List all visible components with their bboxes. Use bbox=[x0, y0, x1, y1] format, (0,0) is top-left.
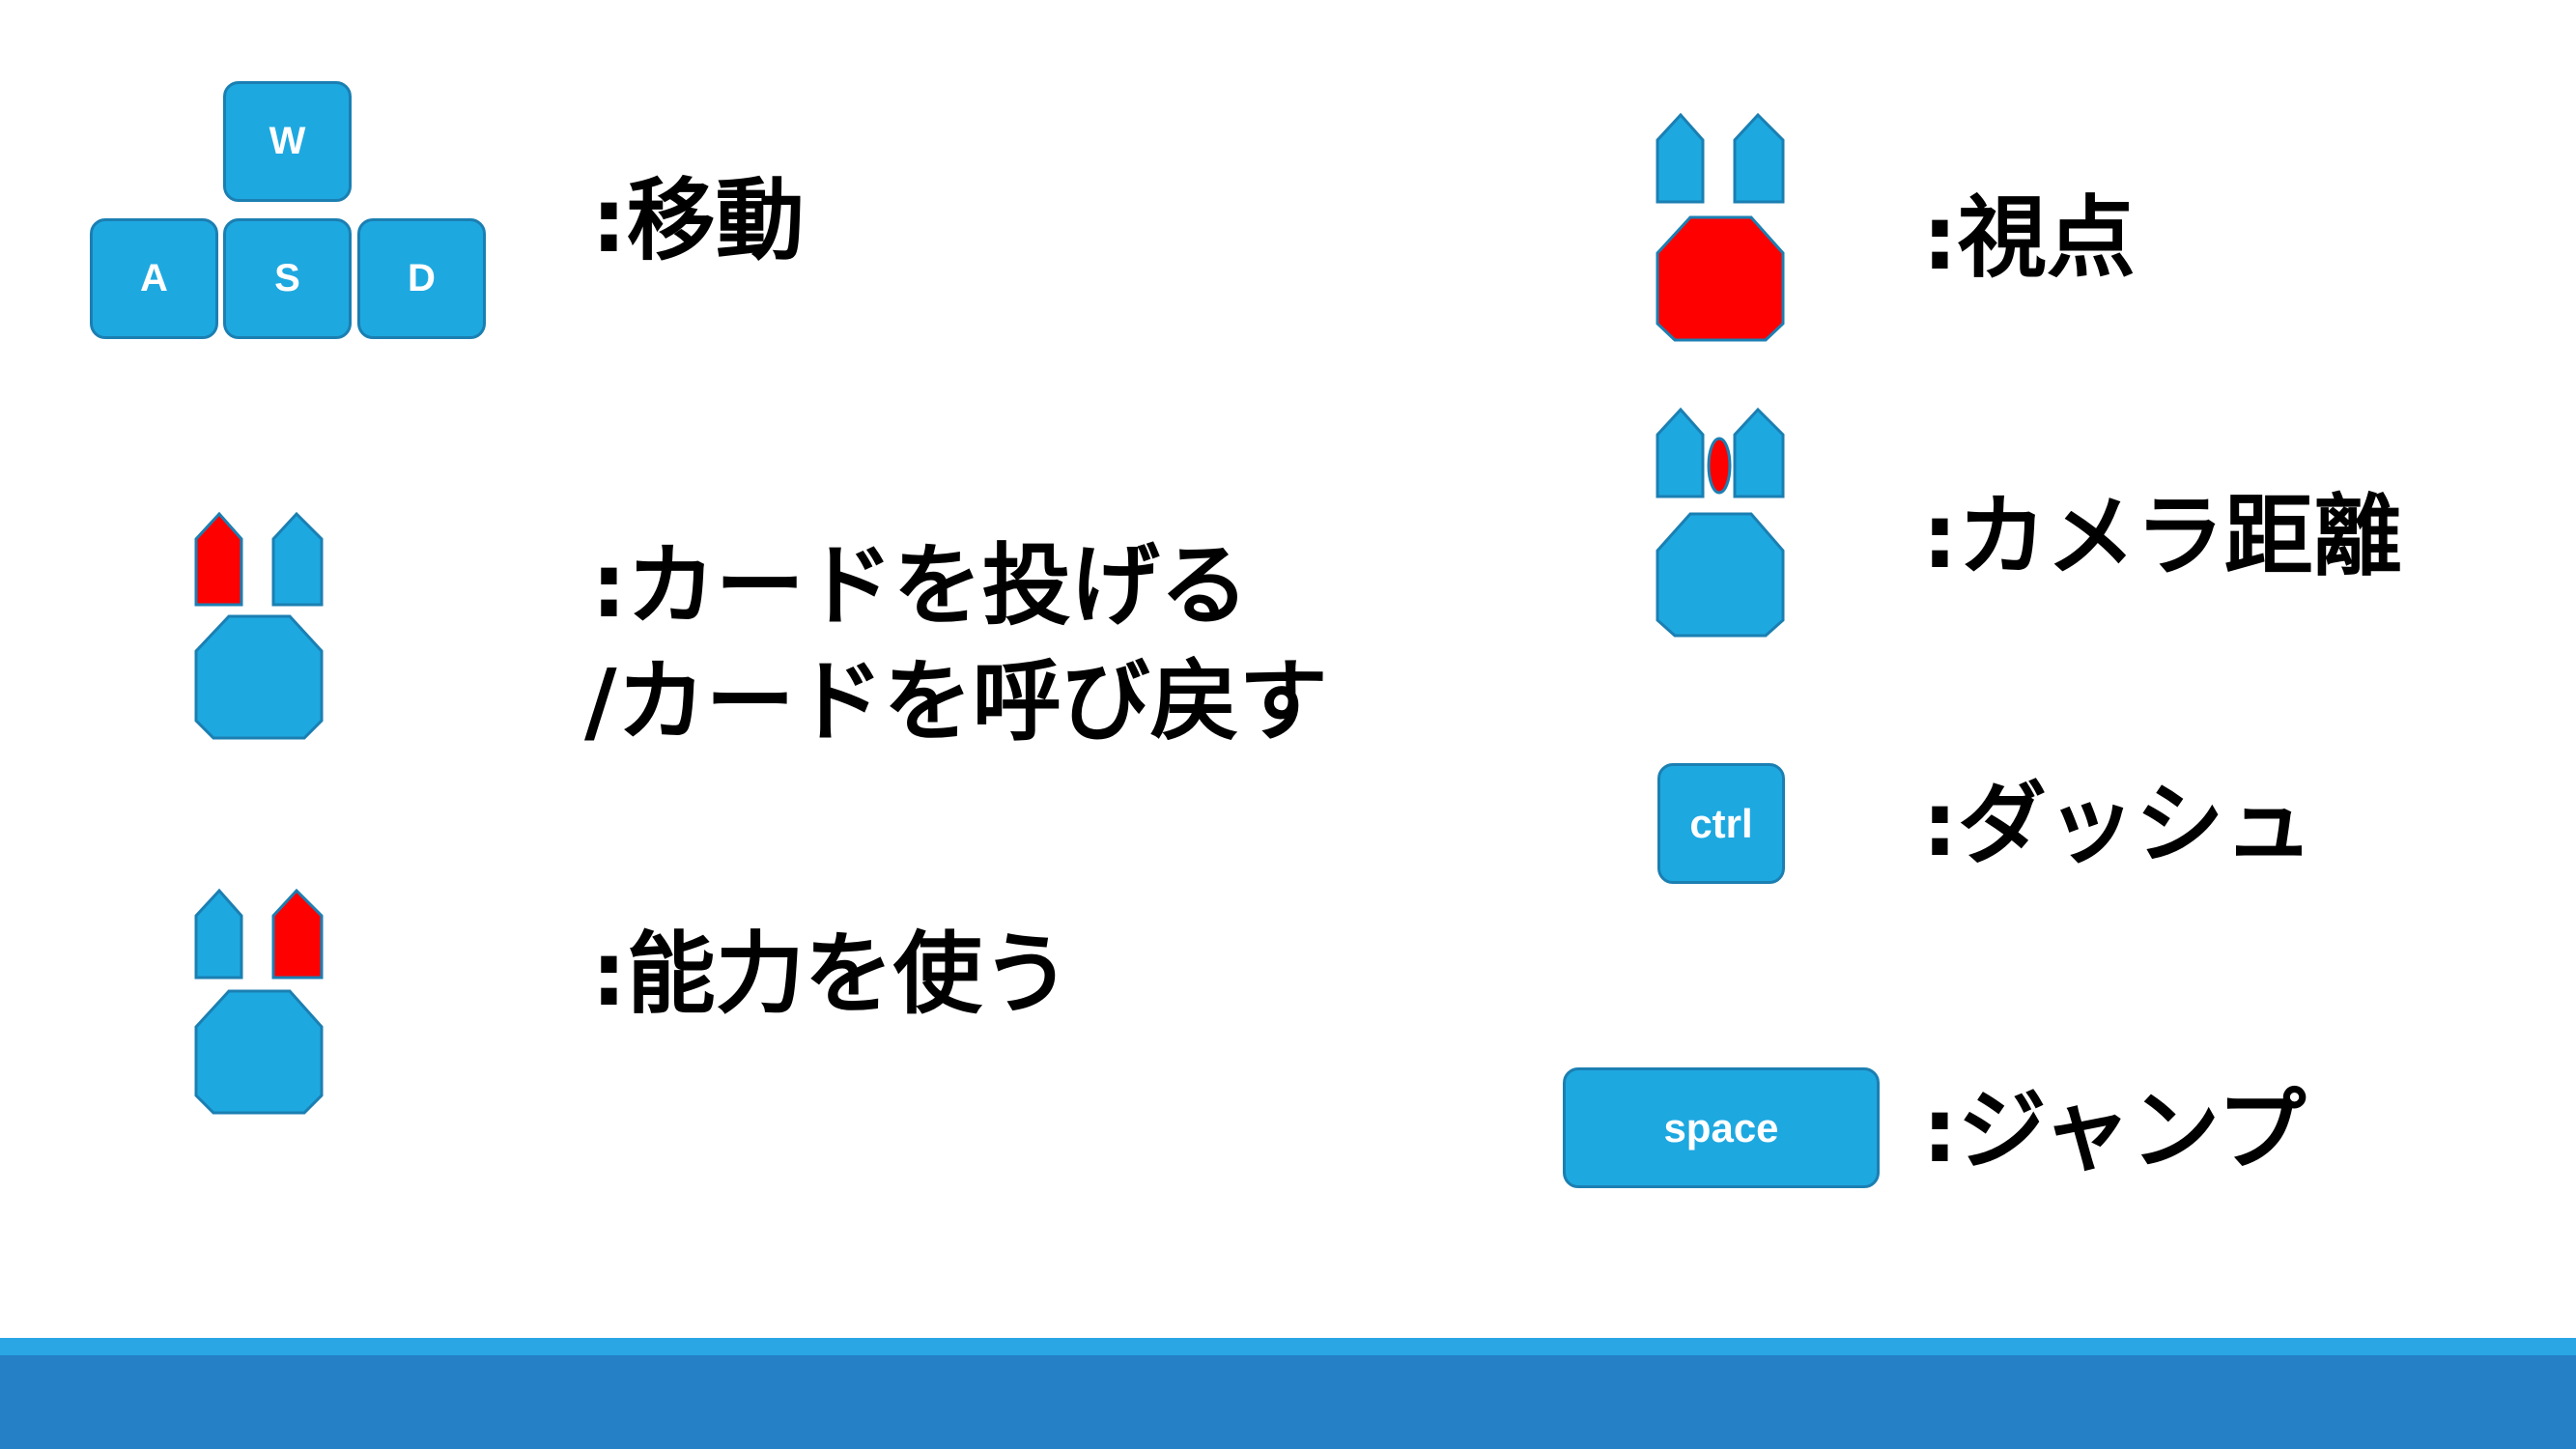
key-s: S bbox=[223, 218, 352, 339]
footer-bar bbox=[0, 1355, 2576, 1449]
move-label: :移動 bbox=[591, 169, 805, 272]
key-ctrl: ctrl bbox=[1657, 763, 1785, 884]
footer-bar-accent bbox=[0, 1338, 2576, 1355]
mouse-left-button-icon bbox=[194, 511, 324, 740]
key-w: W bbox=[223, 81, 352, 202]
key-d: D bbox=[357, 218, 486, 339]
throw-label-line1: :カードを投げる bbox=[591, 534, 1249, 638]
mouse-right-button-icon bbox=[194, 888, 324, 1115]
throw-label-line2: /カードを呼び戻す bbox=[584, 650, 1328, 753]
camera-label: :カメラ距離 bbox=[1922, 485, 2402, 588]
view-label: :視点 bbox=[1922, 186, 2136, 290]
jump-label: :ジャンプ bbox=[1922, 1079, 2307, 1182]
mouse-body-icon bbox=[1656, 112, 1785, 342]
ability-label: :能力を使う bbox=[591, 923, 1071, 1026]
mouse-wheel-icon bbox=[1656, 407, 1785, 638]
key-a: A bbox=[90, 218, 218, 339]
dash-label: :ダッシュ bbox=[1922, 773, 2313, 876]
key-space: space bbox=[1563, 1067, 1880, 1188]
